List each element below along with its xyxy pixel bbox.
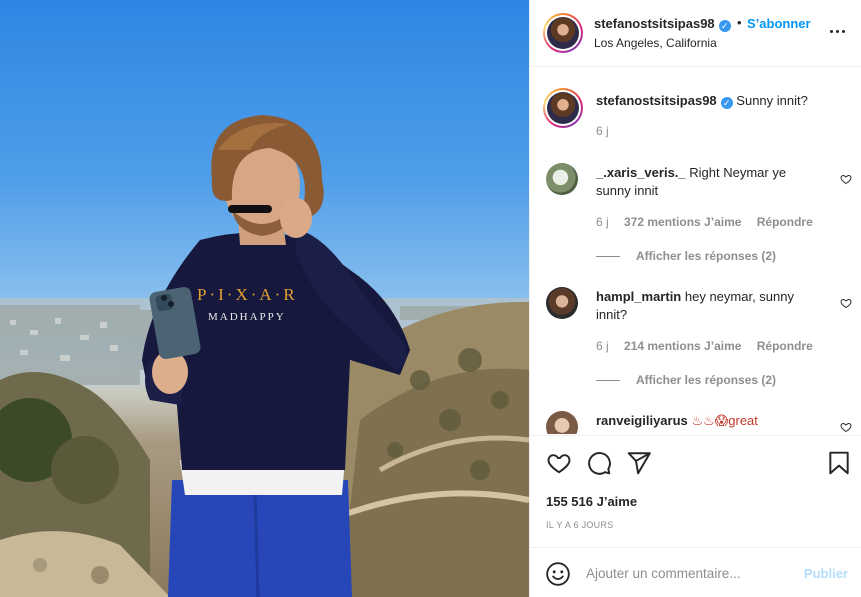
svg-text:MADHAPPY: MADHAPPY [208, 311, 286, 323]
comment-text: ♨♨😱great [691, 413, 758, 428]
comment-time[interactable]: 6 j [596, 215, 609, 229]
comment-like-heart-icon[interactable] [840, 297, 852, 309]
comment-body: hampl_martin hey neymar, sunny innit? [596, 288, 816, 324]
heart-icon[interactable] [546, 450, 572, 476]
comments-list[interactable]: stefanostsitsipas98 ✓ Sunny innit? 6 j _.… [530, 68, 861, 434]
comment-likes[interactable]: 372 mentions J’aime [624, 215, 741, 229]
author-username-link[interactable]: stefanostsitsipas98 ✓ [594, 16, 731, 32]
comment-body: _.xaris_veris._ Right Neymar ye sunny in… [596, 164, 816, 200]
post-header: stefanostsitsipas98 ✓ • S’abonner Los Ang… [530, 0, 861, 67]
view-replies-label[interactable]: Afficher les réponses (2) [636, 373, 776, 387]
comment-like-heart-icon[interactable] [840, 421, 852, 433]
post-timestamp[interactable]: IL Y A 6 JOURS [546, 520, 614, 530]
caption-text: Sunny innit? [736, 93, 808, 108]
verified-badge-icon: ✓ [718, 20, 731, 32]
more-options-icon[interactable] [830, 30, 846, 34]
replies-divider [596, 256, 620, 258]
instagram-post-view: P·I·X·A·R MADHAPPY stefanostsitsipas98 ✓ … [0, 0, 861, 597]
reply-button[interactable]: Répondre [757, 339, 813, 353]
commenter-avatar[interactable] [546, 287, 578, 319]
emoji-icon[interactable] [545, 561, 571, 587]
separator-dot: • [737, 15, 742, 30]
reply-button[interactable]: Répondre [757, 215, 813, 229]
comment-icon[interactable] [586, 450, 612, 476]
post-side-panel: stefanostsitsipas98 ✓ • S’abonner Los Ang… [529, 0, 861, 597]
commenter-avatar[interactable] [546, 163, 578, 195]
post-photo[interactable]: P·I·X·A·R MADHAPPY [0, 0, 529, 597]
photo-illustration: P·I·X·A·R MADHAPPY [0, 115, 529, 597]
comment-like-heart-icon[interactable] [840, 173, 852, 185]
post-actions: 155 516 J’aime IL Y A 6 JOURS [530, 435, 861, 547]
comment-username[interactable]: ranveigiliyarus [596, 413, 688, 428]
comment-meta: 6 j 372 mentions J’aime Répondre [596, 215, 825, 229]
publish-button[interactable]: Publier [804, 566, 848, 581]
location-link[interactable]: Los Angeles, California [594, 36, 717, 50]
add-comment-bar: Publier [530, 547, 861, 597]
share-icon[interactable] [626, 450, 652, 476]
comment-likes[interactable]: 214 mentions J’aime [624, 339, 741, 353]
commenter-avatar[interactable] [546, 411, 578, 434]
comment-body: ranveigiliyarus ♨♨😱great [596, 412, 826, 430]
caption: stefanostsitsipas98 ✓ Sunny innit? [596, 92, 846, 110]
sweatshirt-logo-text: P·I·X·A·R [197, 285, 298, 304]
author-avatar[interactable] [543, 13, 583, 53]
caption-avatar[interactable] [543, 88, 583, 128]
replies-divider [596, 380, 620, 382]
bookmark-icon[interactable] [826, 450, 852, 476]
author-username[interactable]: stefanostsitsipas98 [594, 16, 715, 31]
comment-input[interactable] [586, 562, 786, 584]
comment-username[interactable]: hampl_martin [596, 289, 681, 304]
likes-count[interactable]: 155 516 J’aime [546, 494, 637, 509]
verified-badge-icon: ✓ [720, 97, 733, 109]
comment-meta: 6 j 214 mentions J’aime Répondre [596, 339, 825, 353]
view-replies-button[interactable]: Afficher les réponses (2) [596, 249, 776, 263]
comment-username[interactable]: _.xaris_veris._ [596, 165, 686, 180]
comment-time[interactable]: 6 j [596, 339, 609, 353]
view-replies-button[interactable]: Afficher les réponses (2) [596, 373, 776, 387]
view-replies-label[interactable]: Afficher les réponses (2) [636, 249, 776, 263]
follow-button[interactable]: S’abonner [747, 16, 811, 31]
caption-username[interactable]: stefanostsitsipas98 [596, 93, 717, 108]
caption-timestamp[interactable]: 6 j [596, 124, 609, 138]
